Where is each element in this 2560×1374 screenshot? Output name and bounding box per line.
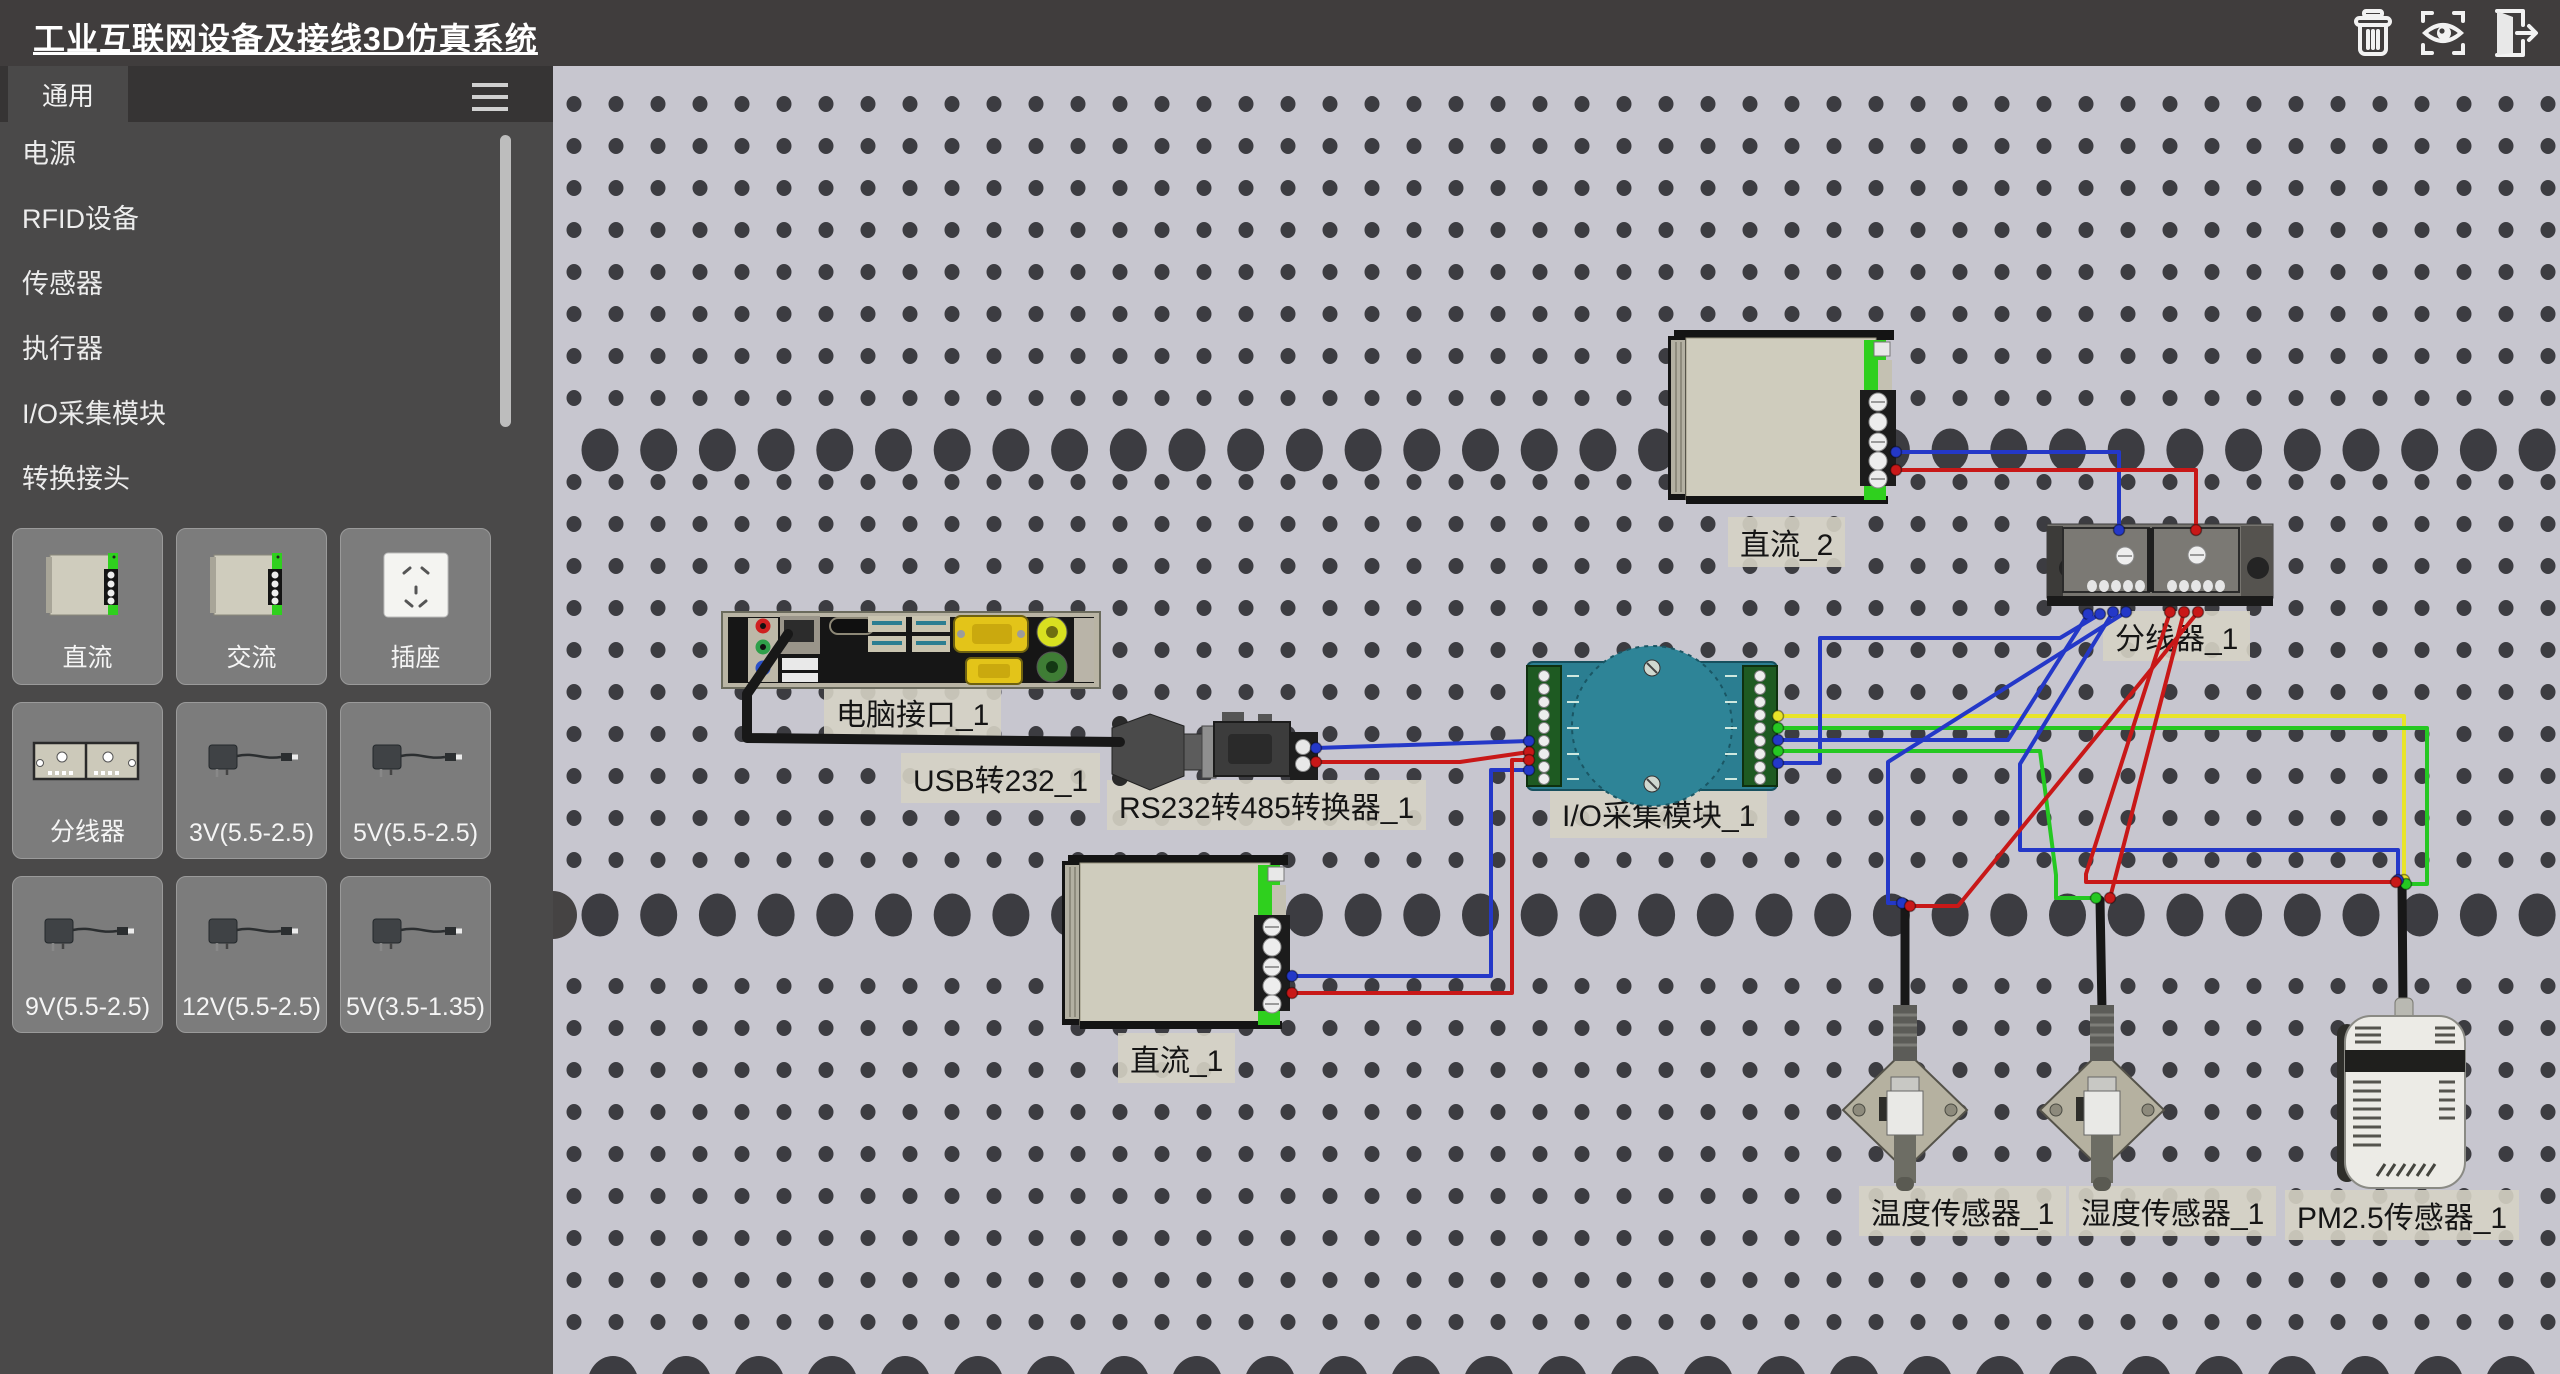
wire[interactable]: [1778, 614, 2088, 740]
palette-device-card[interactable]: 5V(3.5-1.35): [340, 876, 491, 1033]
wire[interactable]: [1778, 751, 2096, 898]
wire[interactable]: [2020, 612, 2398, 880]
wire[interactable]: [1896, 452, 2119, 530]
wire-connector[interactable]: [1891, 465, 1902, 476]
exit-icon[interactable]: [2486, 6, 2540, 60]
wire-connector[interactable]: [1905, 901, 1916, 912]
device-thumbnail-icon: [341, 887, 490, 983]
wire[interactable]: [2086, 612, 2396, 882]
wire-connector[interactable]: [2114, 525, 2125, 536]
wire-connector[interactable]: [1311, 757, 1322, 768]
palette-device-card[interactable]: 分线器: [12, 702, 163, 859]
delete-icon[interactable]: [2346, 6, 2400, 60]
wire-connector[interactable]: [1891, 447, 1902, 458]
device-thumbnail-icon: [177, 887, 326, 983]
wire-connector[interactable]: [2179, 607, 2190, 618]
palette-device-card[interactable]: 交流: [176, 528, 327, 685]
device-palette: 直流 交流 插座: [12, 528, 491, 1033]
palette-device-card[interactable]: 直流: [12, 528, 163, 685]
device-card-label: 插座: [341, 638, 490, 674]
wire-connector[interactable]: [1524, 736, 1535, 747]
wire-connector[interactable]: [1311, 743, 1322, 754]
category-menu: 电源RFID设备传感器执行器I/O采集模块转换接头: [0, 122, 500, 512]
category-item[interactable]: 转换接头: [0, 447, 500, 512]
view-icon[interactable]: [2416, 6, 2470, 60]
device-thumbnail-icon: [341, 539, 490, 635]
category-item[interactable]: 执行器: [0, 317, 500, 382]
device-card-label: 9V(5.5-2.5): [13, 993, 162, 1022]
app-title: 工业互联网设备及接线3D仿真系统: [33, 14, 538, 60]
wire[interactable]: [1292, 770, 1529, 976]
category-item[interactable]: I/O采集模块: [0, 382, 500, 447]
wire[interactable]: [1316, 752, 1529, 762]
sidebar-tab-row: 通用: [0, 66, 553, 122]
palette-device-card[interactable]: 9V(5.5-2.5): [12, 876, 163, 1033]
app-header: 工业互联网设备及接线3D仿真系统: [0, 0, 2560, 66]
wire-connector[interactable]: [2193, 607, 2204, 618]
wire[interactable]: [2110, 612, 2184, 898]
sidebar: 通用 电源RFID设备传感器执行器I/O采集模块转换接头 直流: [0, 66, 553, 1374]
adapter-thumb-icon: [361, 893, 471, 977]
palette-device-card[interactable]: 插座: [340, 528, 491, 685]
device-card-label: 分线器: [13, 812, 162, 848]
hamburger-icon[interactable]: [472, 83, 508, 111]
wire-connector[interactable]: [2105, 893, 2116, 904]
dc-thumb-icon: [38, 545, 138, 629]
dc-thumb-icon: [202, 545, 302, 629]
adapter-thumb-icon: [197, 719, 307, 803]
wire-connector[interactable]: [1287, 971, 1298, 982]
wire-connector[interactable]: [1773, 711, 1784, 722]
tab-general[interactable]: 通用: [8, 66, 128, 122]
device-card-label: 直流: [13, 638, 162, 674]
wire-connector[interactable]: [2165, 607, 2176, 618]
socket-thumb-icon: [366, 545, 466, 629]
device-thumbnail-icon: [13, 713, 162, 809]
wire-connector[interactable]: [2191, 525, 2202, 536]
palette-device-card[interactable]: 3V(5.5-2.5): [176, 702, 327, 859]
category-item[interactable]: RFID设备: [0, 187, 500, 252]
wire-connector[interactable]: [2391, 877, 2402, 888]
device-card-label: 交流: [177, 638, 326, 674]
header-toolbar: [2346, 6, 2540, 60]
device-card-label: 5V(5.5-2.5): [341, 819, 490, 848]
device-thumbnail-icon: [13, 887, 162, 983]
splitter-thumb-icon: [28, 719, 148, 803]
wire[interactable]: [747, 634, 1120, 742]
device-card-label: 5V(3.5-1.35): [341, 993, 490, 1022]
device-thumbnail-icon: [13, 539, 162, 635]
wire-connector[interactable]: [1773, 746, 1784, 757]
wire-connector[interactable]: [2091, 893, 2102, 904]
wire[interactable]: [1292, 760, 1529, 993]
sidebar-scrollbar[interactable]: [500, 135, 511, 427]
wire-connector[interactable]: [1773, 735, 1784, 746]
wire[interactable]: [1896, 470, 2196, 530]
device-card-label: 12V(5.5-2.5): [177, 993, 326, 1022]
category-item[interactable]: 电源: [0, 122, 500, 187]
palette-device-card[interactable]: 12V(5.5-2.5): [176, 876, 327, 1033]
wire-connector[interactable]: [2095, 609, 2106, 620]
device-thumbnail-icon: [177, 713, 326, 809]
wire-connector[interactable]: [1773, 723, 1784, 734]
category-item[interactable]: 传感器: [0, 252, 500, 317]
adapter-thumb-icon: [361, 719, 471, 803]
device-card-label: 3V(5.5-2.5): [177, 819, 326, 848]
wire-connector[interactable]: [1524, 755, 1535, 766]
palette-device-card[interactable]: 5V(5.5-2.5): [340, 702, 491, 859]
wire-connector[interactable]: [1287, 988, 1298, 999]
wire-connector[interactable]: [1773, 758, 1784, 769]
wire[interactable]: [1316, 741, 1529, 748]
wire-connector[interactable]: [2121, 607, 2132, 618]
device-thumbnail-icon: [177, 539, 326, 635]
adapter-thumb-icon: [197, 893, 307, 977]
adapter-thumb-icon: [33, 893, 143, 977]
device-thumbnail-icon: [341, 713, 490, 809]
